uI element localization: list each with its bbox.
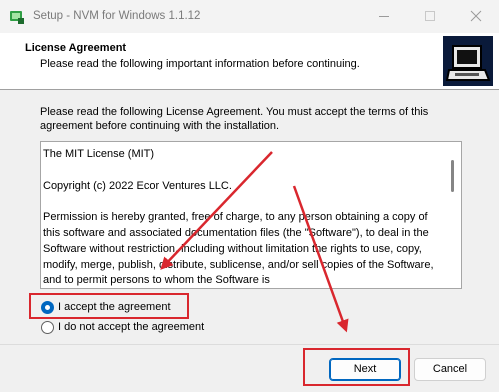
- app-icon: [10, 11, 24, 24]
- license-text-box[interactable]: The MIT License (MIT) Copyright (c) 2022…: [40, 141, 462, 289]
- next-button[interactable]: Next: [329, 358, 401, 381]
- computer-icon: [443, 36, 493, 86]
- maximize-icon: [425, 11, 435, 21]
- close-icon: [470, 10, 482, 22]
- cancel-button[interactable]: Cancel: [414, 358, 486, 381]
- license-heading: The MIT License (MIT): [43, 148, 155, 160]
- page-title: License Agreement: [25, 42, 127, 54]
- accept-radio[interactable]: [41, 301, 54, 314]
- page-subtitle: Please read the following important info…: [40, 58, 360, 70]
- minimize-icon: [379, 16, 389, 17]
- close-button[interactable]: [453, 0, 499, 32]
- scroll-thumb[interactable]: [451, 160, 454, 192]
- license-copyright: Copyright (c) 2022 Ecor Ventures LLC.: [43, 179, 232, 192]
- wizard-header: License Agreement Please read the follow…: [0, 33, 499, 90]
- intro-text: Please read the following License Agreem…: [40, 106, 429, 132]
- maximize-button[interactable]: [407, 0, 453, 32]
- minimize-button[interactable]: [361, 0, 407, 32]
- decline-radio[interactable]: [41, 321, 54, 334]
- title-bar: Setup - NVM for Windows 1.1.12: [0, 0, 499, 33]
- window-title: Setup - NVM for Windows 1.1.12: [33, 10, 201, 22]
- footer-divider: [0, 344, 499, 345]
- license-body: Permission is hereby granted, free of ch…: [43, 211, 434, 287]
- license-scrollbar[interactable]: [444, 142, 461, 288]
- accept-label[interactable]: I accept the agreement: [58, 301, 171, 313]
- decline-label[interactable]: I do not accept the agreement: [58, 321, 204, 333]
